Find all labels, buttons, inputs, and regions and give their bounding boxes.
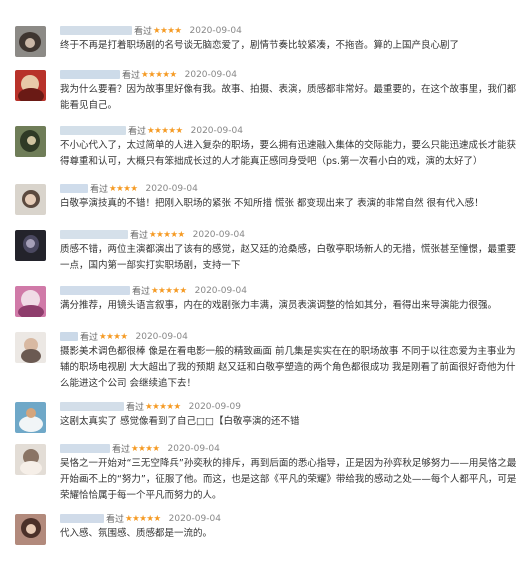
rating-stars: ★★★★★ (151, 285, 187, 296)
rating-stars: ★★★★★ (149, 229, 185, 240)
review-text: 质感不错，两位主演都演出了该有的感觉，赵又廷的沧桑感，白敬亭职场新人的无措，慌张… (60, 244, 517, 271)
review-text: 我为什么要看？因为故事里好像有我。故事、拍摄、表演，质感都非常好。最重要的，在这… (60, 84, 517, 111)
avatar[interactable] (15, 402, 46, 433)
review-date: 2020-09-04 (167, 443, 220, 454)
review-text: 不小心代入了，太过简单的人进入复杂的职场，要么拥有迅速融入集体的交际能力，要么只… (60, 140, 517, 167)
seen-label: 看过 (126, 403, 145, 413)
avatar[interactable] (15, 230, 46, 261)
review-text: 这剧太真实了 感觉像看到了自己□□【白敬亭演的还不错 (60, 416, 300, 427)
rating-stars: ★★★★★ (141, 69, 177, 80)
seen-label: 看过 (80, 333, 99, 343)
review-meta: 看过 ★★★★★ 2020-09-04 (60, 512, 221, 525)
seen-label: 看过 (112, 445, 131, 455)
review-list: 看过 ★★★★ 2020-09-04 终于不再是打着职场剧的名号谈无脑恋爱了，剧… (0, 0, 532, 562)
review-date: 2020-09-04 (192, 229, 245, 240)
review-item: 看过 ★★★★★ 2020-09-09 这剧太真实了 感觉像看到了自己□□【白敬… (0, 400, 532, 434)
review-meta: 看过 ★★★★★ 2020-09-04 (60, 68, 237, 81)
review-date: 2020-09-04 (189, 25, 242, 36)
avatar[interactable] (15, 70, 46, 101)
review-item: 看过 ★★★★★ 2020-09-04 质感不错，两位主演都演出了该有的感觉，赵… (0, 228, 532, 276)
review-date: 2020-09-04 (135, 331, 188, 342)
username[interactable] (60, 26, 132, 35)
review-text: 摄影美术调色都很棒 像是在看电影一般的精致画面 前几集是实实在在的职场故事 不同… (60, 346, 516, 389)
review-item: 看过 ★★★★★ 2020-09-04 不小心代入了，太过简单的人进入复杂的职场… (0, 124, 532, 174)
username[interactable] (60, 70, 120, 79)
avatar[interactable] (15, 286, 46, 317)
review-item: 看过 ★★★★ 2020-09-04 终于不再是打着职场剧的名号谈无脑恋爱了，剧… (0, 24, 532, 58)
review-item: 看过 ★★★★★ 2020-09-04 满分推荐，用镜头语言叙事，内在的戏剧张力… (0, 284, 532, 318)
review-item: 看过 ★★★★★ 2020-09-04 我为什么要看？因为故事里好像有我。故事、… (0, 68, 532, 118)
seen-label: 看过 (90, 185, 109, 195)
review-date: 2020-09-04 (184, 69, 237, 80)
review-meta: 看过 ★★★★★ 2020-09-09 (60, 400, 241, 413)
review-meta: 看过 ★★★★★ 2020-09-04 (60, 228, 245, 241)
username[interactable] (60, 402, 124, 411)
review-meta: 看过 ★★★★★ 2020-09-04 (60, 284, 247, 297)
username[interactable] (60, 332, 78, 341)
review-date: 2020-09-09 (188, 401, 241, 412)
avatar[interactable] (15, 26, 46, 57)
review-meta: 看过 ★★★★ 2020-09-04 (60, 24, 242, 37)
rating-stars: ★★★★★ (125, 513, 161, 524)
review-date: 2020-09-04 (194, 285, 247, 296)
rating-stars: ★★★★★ (147, 125, 183, 136)
review-meta: 看过 ★★★★★ 2020-09-04 (60, 124, 243, 137)
review-item: 看过 ★★★★ 2020-09-04 白敬亭演技真的不错！把刚入职场的紧张 不知… (0, 182, 532, 216)
username[interactable] (60, 514, 104, 523)
rating-stars: ★★★★ (131, 443, 160, 454)
rating-stars: ★★★★ (109, 183, 138, 194)
seen-label: 看过 (106, 515, 125, 525)
review-meta: 看过 ★★★★ 2020-09-04 (60, 442, 220, 455)
review-meta: 看过 ★★★★ 2020-09-04 (60, 330, 188, 343)
username[interactable] (60, 126, 126, 135)
review-text: 代入感、氛围感、质感都是一流的。 (60, 528, 213, 539)
review-text: 满分推荐，用镜头语言叙事，内在的戏剧张力丰满，演员表演调整的恰如其分，看得出来导… (60, 300, 498, 311)
review-text: 吴恪之一开始对“三无空降兵”孙奕秋的排斥，再到后面的悉心指导，正是因为孙弈秋足够… (60, 458, 517, 501)
review-item: 看过 ★★★★ 2020-09-04 摄影美术调色都很棒 像是在看电影一般的精致… (0, 330, 532, 394)
avatar[interactable] (15, 184, 46, 215)
rating-stars: ★★★★★ (145, 401, 181, 412)
review-text: 白敬亭演技真的不错！把刚入职场的紧张 不知所措 慌张 都变现出来了 表演的非常自… (60, 198, 484, 209)
avatar[interactable] (15, 444, 46, 475)
review-date: 2020-09-04 (190, 125, 243, 136)
username[interactable] (60, 230, 128, 239)
seen-label: 看过 (134, 27, 153, 37)
review-date: 2020-09-04 (168, 513, 221, 524)
username[interactable] (60, 184, 88, 193)
seen-label: 看过 (128, 127, 147, 137)
review-item: 看过 ★★★★ 2020-09-04 吴恪之一开始对“三无空降兵”孙奕秋的排斥，… (0, 442, 532, 504)
review-date: 2020-09-04 (145, 183, 198, 194)
review-meta: 看过 ★★★★ 2020-09-04 (60, 182, 198, 195)
rating-stars: ★★★★ (153, 25, 182, 36)
review-item: 看过 ★★★★★ 2020-09-04 代入感、氛围感、质感都是一流的。 (0, 512, 532, 546)
seen-label: 看过 (122, 71, 141, 81)
username[interactable] (60, 444, 110, 453)
avatar[interactable] (15, 126, 46, 157)
seen-label: 看过 (132, 287, 151, 297)
avatar[interactable] (15, 514, 46, 545)
avatar[interactable] (15, 332, 46, 363)
seen-label: 看过 (130, 231, 149, 241)
username[interactable] (60, 286, 130, 295)
rating-stars: ★★★★ (99, 331, 128, 342)
review-text: 终于不再是打着职场剧的名号谈无脑恋爱了，剧情节奏比较紧凑，不拖沓。算的上国产良心… (60, 40, 460, 51)
